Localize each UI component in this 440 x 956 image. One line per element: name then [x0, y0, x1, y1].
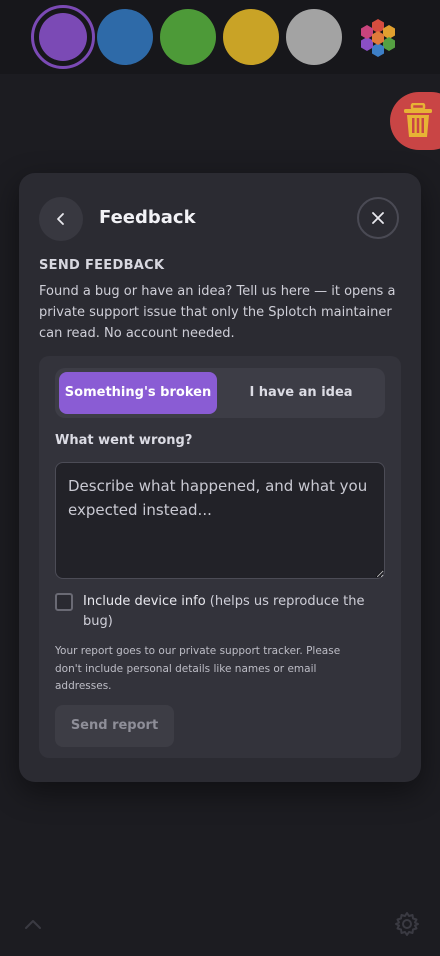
privacy-note: Your report goes to our private support … [55, 645, 341, 692]
trash-icon [404, 103, 432, 137]
description-label: What went wrong? [55, 433, 193, 448]
gear-icon[interactable] [394, 911, 420, 937]
back-button[interactable] [39, 197, 83, 241]
close-button[interactable] [357, 197, 399, 239]
dialog-title: Feedback [99, 207, 196, 228]
intro-text: Found a bug or have an idea? Tell us her… [39, 284, 396, 341]
send-report-button[interactable]: Send report [55, 705, 174, 747]
color-palette-bar [0, 0, 440, 74]
color-swatch-yellow[interactable] [223, 9, 279, 65]
color-swatch-blue[interactable] [97, 9, 153, 65]
device-info-checkbox[interactable] [55, 593, 73, 611]
feedback-form: Something's broken I have an idea What w… [39, 356, 401, 758]
feedback-dialog: Feedback SEND FEEDBACK Found a bug or ha… [19, 173, 421, 782]
description-textarea[interactable] [55, 462, 385, 579]
color-swatch-green[interactable] [160, 9, 216, 65]
hexagon-palette-icon[interactable] [356, 17, 400, 59]
chevron-left-icon [57, 213, 64, 225]
section-heading: SEND FEEDBACK [39, 258, 165, 273]
color-swatch-gray[interactable] [286, 9, 342, 65]
chevron-up-icon[interactable] [24, 917, 42, 931]
tab-something-broken[interactable]: Something's broken [59, 372, 217, 414]
close-icon [372, 212, 384, 224]
tab-have-an-idea[interactable]: I have an idea [221, 372, 381, 414]
color-swatch-purple[interactable] [31, 5, 95, 69]
device-info-label-strong: Include device info [83, 594, 206, 609]
device-info-label[interactable]: Include device info (helps us reproduce … [83, 592, 383, 632]
feedback-type-toggle: Something's broken I have an idea [55, 368, 385, 418]
clear-canvas-button[interactable] [390, 92, 440, 150]
